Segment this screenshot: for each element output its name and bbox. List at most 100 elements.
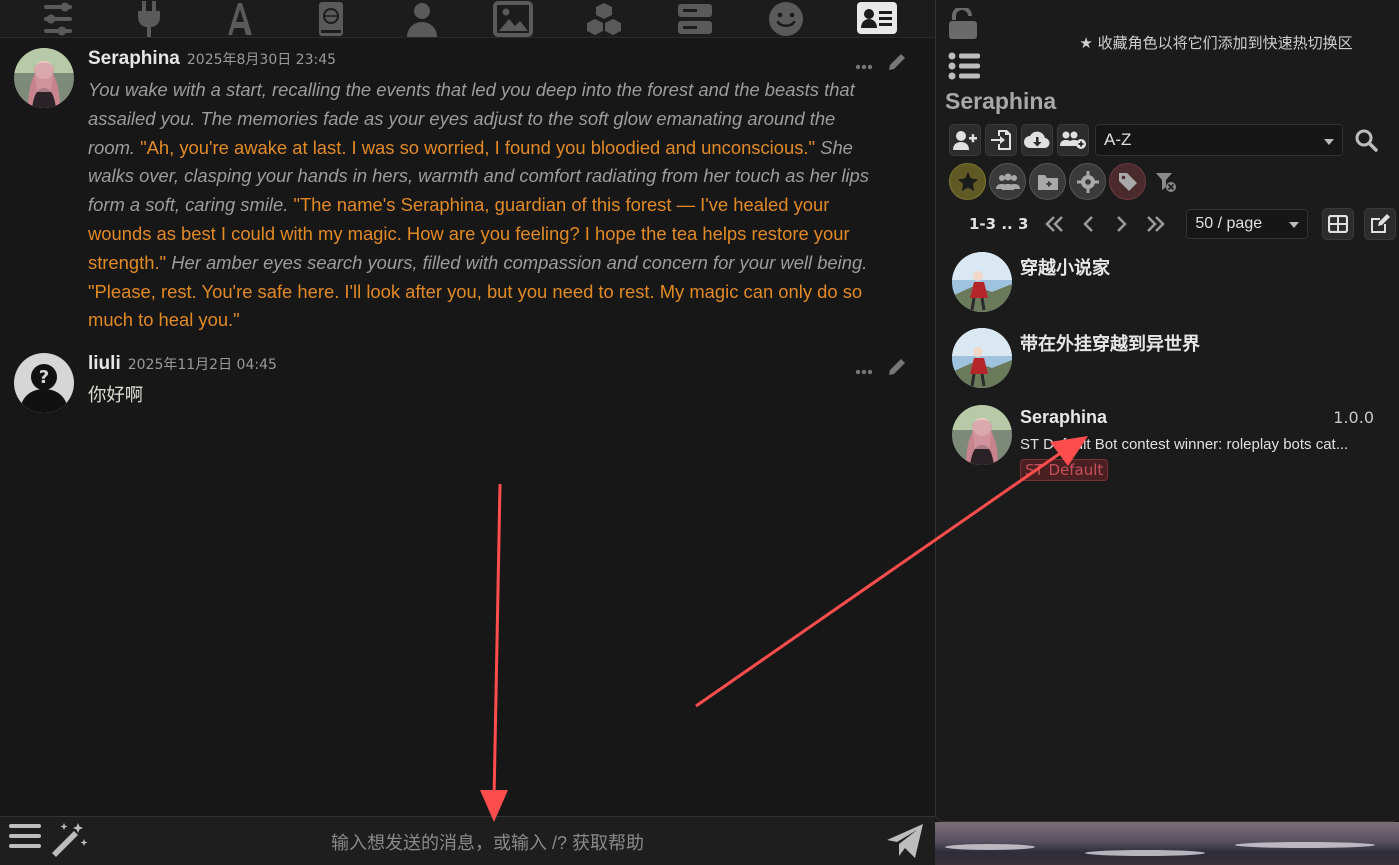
message-author[interactable]: Seraphina — [88, 48, 180, 70]
download-cloud-button[interactable] — [1021, 124, 1053, 156]
character-avatar — [952, 252, 1012, 312]
options-menu-icon[interactable] — [8, 821, 42, 861]
extensions-cubes-icon[interactable] — [582, 0, 626, 38]
chat-message: Seraphina 2025年8月30日 23:45 You wake with… — [0, 38, 935, 343]
import-character-button[interactable] — [985, 124, 1017, 156]
character-tag[interactable]: ST Default — [1020, 459, 1109, 481]
favorites-hint-text: 收藏角色以将它们添加到快速热切换区 — [1097, 34, 1353, 52]
edit-pencil-icon[interactable] — [887, 52, 907, 76]
input-bar — [0, 816, 935, 865]
character-info: 带在外挂穿越到异世界 — [1020, 328, 1382, 388]
character-avatar — [952, 328, 1012, 388]
character-card-icon[interactable] — [855, 0, 899, 38]
character-version: 1.0.0 — [1333, 408, 1374, 427]
wave-highlight — [945, 844, 1035, 850]
message-body: liuli 2025年11月2日 04:45 你好啊 — [88, 353, 921, 413]
server-icon[interactable] — [673, 0, 717, 38]
chat-log: Seraphina 2025年8月30日 23:45 You wake with… — [0, 38, 935, 816]
paper-plane-icon — [887, 824, 923, 858]
dialogue-quote: "Please, rest. You're safe here. I'll lo… — [88, 280, 863, 331]
svg-text:?: ? — [39, 367, 49, 388]
first-page-button[interactable] — [1042, 215, 1066, 233]
character-panel: ★ 收藏角色以将它们添加到快速热切换区 Seraphina A-Z 1-3 ..… — [935, 0, 1399, 822]
prev-page-button[interactable] — [1076, 215, 1100, 233]
message-text: 你好啊 — [88, 384, 144, 406]
filter-toolbar — [949, 163, 1183, 200]
message-actions — [855, 357, 907, 381]
caret-down-icon — [1324, 130, 1334, 150]
per-page-select[interactable]: 50 / page — [1186, 209, 1309, 239]
character-info: 穿越小说家 — [1020, 252, 1382, 312]
character-list-item[interactable]: 穿越小说家 — [952, 252, 1382, 312]
filter-settings-button[interactable] — [1069, 163, 1106, 200]
filter-folders-button[interactable] — [1029, 163, 1066, 200]
message-author[interactable]: liuli — [88, 353, 121, 375]
create-character-button[interactable] — [949, 124, 981, 156]
message-input[interactable] — [100, 821, 875, 861]
grid-icon — [1328, 215, 1349, 233]
plug-icon[interactable] — [127, 0, 171, 38]
message-timestamp: 2025年8月30日 23:45 — [186, 52, 337, 68]
input-left-icons — [0, 821, 100, 861]
magic-wand-icon[interactable] — [48, 821, 88, 861]
edit-square-icon — [1371, 214, 1391, 233]
chat-message: ? liuli 2025年11月2日 04:45 你好啊 — [0, 343, 935, 421]
character-list-item[interactable]: Seraphina 1.0.0 ST Default Bot contest w… — [952, 405, 1382, 481]
users-plus-icon — [1060, 131, 1086, 149]
character-description: ST Default Bot contest winner: roleplay … — [1020, 436, 1349, 453]
list-view-icon[interactable] — [948, 52, 980, 84]
file-import-icon — [991, 130, 1011, 150]
panel-title: Seraphina — [945, 88, 1057, 114]
unlock-icon[interactable] — [948, 6, 978, 44]
character-name: Seraphina — [1020, 407, 1108, 427]
background-image-icon[interactable] — [491, 0, 535, 38]
message-header: liuli 2025年11月2日 04:45 — [88, 353, 921, 381]
create-group-button[interactable] — [1057, 124, 1089, 156]
page-range: 1-3 .. 3 — [969, 215, 1029, 233]
narration-text: Her amber eyes search yours, filled with… — [166, 251, 868, 273]
double-chevron-right-icon — [1147, 216, 1166, 232]
character-list-item[interactable]: 带在外挂穿越到异世界 — [952, 328, 1382, 388]
more-options-icon[interactable] — [855, 360, 873, 379]
search-button[interactable] — [1351, 125, 1381, 155]
app-root: Seraphina 2025年8月30日 23:45 You wake with… — [0, 0, 1399, 865]
character-avatar — [952, 405, 1012, 465]
message-text: You wake with a start, recalling the eve… — [88, 76, 921, 335]
filter-clear-icon — [1156, 172, 1176, 192]
next-page-button[interactable] — [1110, 215, 1134, 233]
user-persona-icon[interactable] — [400, 0, 444, 38]
message-body: Seraphina 2025年8月30日 23:45 You wake with… — [88, 48, 921, 335]
bulk-edit-button[interactable] — [1364, 208, 1397, 240]
font-icon[interactable] — [218, 0, 262, 38]
character-name: 带在外挂穿越到异世界 — [1020, 334, 1200, 354]
filter-groups-button[interactable] — [989, 163, 1026, 200]
per-page-value: 50 / page — [1195, 215, 1263, 232]
avatar-user[interactable]: ? — [14, 353, 74, 414]
clear-filters-button[interactable] — [1149, 171, 1183, 193]
avatar-seraphina[interactable] — [14, 48, 74, 108]
wave-highlight — [1085, 850, 1205, 856]
message-header: Seraphina 2025年8月30日 23:45 — [88, 48, 921, 76]
sort-select[interactable]: A-Z — [1095, 124, 1343, 156]
more-options-icon[interactable] — [855, 55, 873, 74]
cloud-download-icon — [1024, 131, 1050, 149]
dialogue-quote: "Ah, you're awake at last. I was so worr… — [135, 136, 816, 158]
world-book-icon[interactable] — [309, 0, 353, 38]
filter-favorites-button[interactable] — [949, 163, 986, 200]
gear-icon — [1076, 170, 1099, 193]
character-info: Seraphina 1.0.0 ST Default Bot contest w… — [1020, 405, 1382, 481]
edit-pencil-icon[interactable] — [887, 357, 907, 381]
favorites-hint: ★ 收藏角色以将它们添加到快速热切换区 — [1046, 32, 1386, 53]
filter-tags-button[interactable] — [1109, 163, 1146, 200]
grid-view-button[interactable] — [1322, 208, 1355, 240]
wave-highlight — [1235, 842, 1375, 848]
smiley-icon[interactable] — [764, 0, 808, 38]
user-plus-icon — [953, 131, 977, 150]
chevron-right-icon — [1117, 216, 1128, 232]
message-actions — [855, 52, 907, 76]
star-icon — [957, 171, 978, 191]
send-button[interactable] — [875, 822, 935, 860]
last-page-button[interactable] — [1144, 215, 1168, 233]
character-toolbar: A-Z — [949, 124, 1381, 156]
ai-settings-icon[interactable] — [36, 0, 80, 38]
